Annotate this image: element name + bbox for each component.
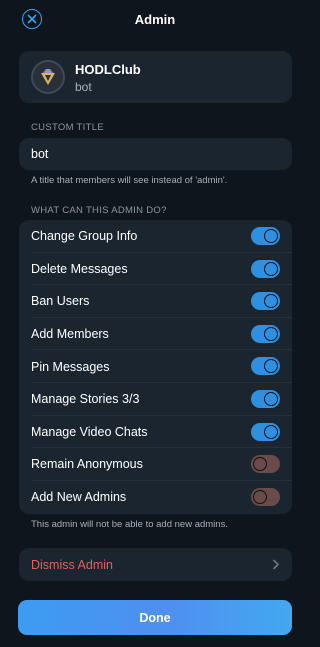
profile-card: HODLClub bot: [19, 51, 292, 103]
permission-label: Add New Admins: [31, 490, 127, 505]
page-title: Admin: [134, 12, 176, 27]
chevron-right-icon: [273, 559, 279, 570]
permission-toggle[interactable]: [251, 292, 280, 311]
permission-row-manage-video-chats[interactable]: Manage Video Chats: [19, 416, 292, 449]
permission-row-remain-anonymous[interactable]: Remain Anonymous: [19, 448, 292, 481]
permission-row-manage-stories[interactable]: Manage Stories 3/3: [19, 383, 292, 416]
permission-row-pin-messages[interactable]: Pin Messages: [19, 350, 292, 383]
permission-toggle[interactable]: [251, 227, 280, 245]
permission-label: Add Members: [31, 327, 109, 342]
permissions-section-label: WHAT CAN THIS ADMIN DO?: [31, 205, 167, 216]
toggle-knob: [264, 229, 278, 243]
toggle-knob: [264, 392, 278, 406]
permission-label: Pin Messages: [31, 359, 110, 374]
permission-label: Remain Anonymous: [31, 457, 143, 472]
diamond-logo-icon: [33, 62, 63, 92]
dismiss-admin-button[interactable]: Dismiss Admin: [19, 548, 292, 581]
toggle-knob: [264, 359, 278, 374]
custom-title-section-label: CUSTOM TITLE: [31, 122, 104, 133]
permission-toggle[interactable]: [251, 487, 280, 506]
permission-toggle[interactable]: [251, 324, 280, 343]
profile-name: HODLClub: [75, 62, 141, 77]
permission-label: Delete Messages: [31, 261, 128, 276]
permission-toggle[interactable]: [251, 259, 280, 278]
toggle-knob: [264, 326, 278, 341]
permission-label: Manage Stories 3/3: [31, 392, 140, 407]
permission-row-ban-users[interactable]: Ban Users: [19, 285, 292, 318]
toggle-knob: [264, 294, 278, 309]
dismiss-admin-label: Dismiss Admin: [31, 558, 113, 572]
permission-row-delete-messages[interactable]: Delete Messages: [19, 253, 292, 286]
permissions-list: Change Group Info Delete Messages Ban Us…: [19, 220, 292, 514]
toggle-knob: [264, 424, 278, 439]
profile-subtitle: bot: [75, 80, 92, 94]
permission-toggle[interactable]: [251, 357, 280, 376]
header: Admin: [0, 0, 310, 40]
permission-label: Manage Video Chats: [31, 424, 148, 439]
permission-row-add-members[interactable]: Add Members: [19, 318, 292, 351]
permission-label: Ban Users: [31, 294, 90, 309]
permission-row-add-new-admins[interactable]: Add New Admins: [19, 481, 292, 514]
toggle-knob: [253, 457, 267, 472]
permission-toggle[interactable]: [251, 390, 280, 408]
custom-title-input[interactable]: [31, 138, 281, 170]
toggle-knob: [253, 489, 267, 504]
permission-row-change-group-info[interactable]: Change Group Info: [19, 220, 292, 253]
custom-title-field[interactable]: [19, 138, 292, 170]
custom-title-hint: A title that members will see instead of…: [31, 175, 228, 186]
avatar: [31, 60, 65, 94]
permissions-footer-hint: This admin will not be able to add new a…: [31, 519, 228, 530]
permission-label: Change Group Info: [31, 229, 138, 244]
done-button[interactable]: Done: [18, 600, 292, 635]
permission-toggle[interactable]: [251, 422, 280, 441]
toggle-knob: [264, 261, 278, 276]
permission-toggle[interactable]: [251, 455, 280, 474]
